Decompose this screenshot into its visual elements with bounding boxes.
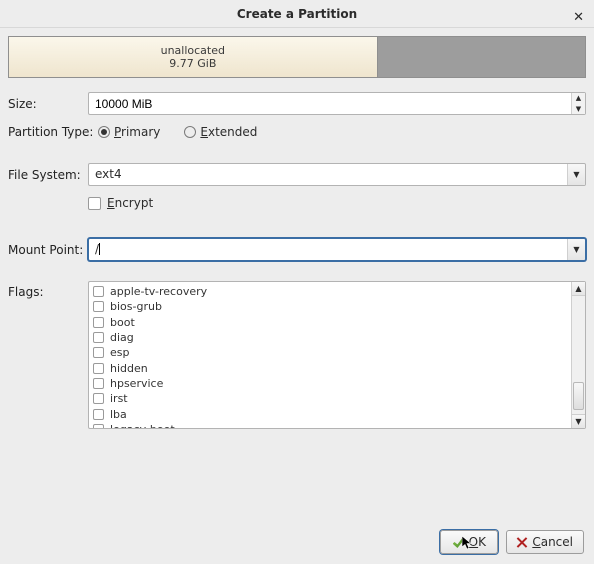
flag-label: hidden — [110, 362, 148, 375]
scroll-down-icon[interactable]: ▼ — [572, 414, 585, 428]
scroll-thumb[interactable] — [573, 382, 584, 410]
flags-label: Flags: — [8, 281, 88, 299]
flag-item[interactable]: diag — [93, 330, 567, 345]
disk-segment-remaining[interactable] — [378, 37, 585, 77]
checkbox-icon — [93, 301, 104, 312]
checkbox-icon — [93, 409, 104, 420]
flag-item[interactable]: hidden — [93, 360, 567, 375]
scroll-up-icon[interactable]: ▲ — [572, 282, 585, 296]
flag-item[interactable]: lba — [93, 406, 567, 421]
flag-label: legacy-boot — [110, 423, 175, 428]
chevron-down-icon[interactable]: ▼ — [567, 164, 585, 185]
mount-point-label: Mount Point: — [8, 243, 88, 257]
encrypt-checkbox[interactable]: Encrypt — [88, 196, 153, 210]
ok-button[interactable]: OK — [440, 530, 498, 554]
disk-usage-bar[interactable]: unallocated 9.77 GiB — [8, 36, 586, 78]
checkbox-icon — [93, 317, 104, 328]
size-step-up-icon[interactable]: ▲ — [571, 93, 585, 104]
flag-item[interactable]: irst — [93, 391, 567, 406]
checkbox-icon — [93, 378, 104, 389]
titlebar: Create a Partition ✕ — [0, 0, 594, 28]
mount-point-input[interactable]: / — [88, 238, 586, 261]
encrypt-label: Encrypt — [107, 196, 153, 210]
checkbox-icon — [88, 197, 101, 210]
filesystem-value[interactable]: ext4 — [88, 163, 586, 186]
window-title: Create a Partition — [237, 7, 357, 21]
partition-type-extended[interactable]: Extended — [184, 125, 257, 139]
radio-icon — [184, 126, 196, 138]
checkbox-icon — [93, 347, 104, 358]
radio-label: Extended — [200, 125, 257, 139]
cancel-icon — [517, 537, 528, 548]
ok-icon — [453, 536, 465, 548]
cancel-button[interactable]: Cancel — [506, 530, 584, 554]
flag-label: boot — [110, 316, 135, 329]
checkbox-icon — [93, 363, 104, 374]
flag-item[interactable]: legacy-boot — [93, 422, 567, 428]
flag-label: apple-tv-recovery — [110, 285, 207, 298]
checkbox-icon — [93, 393, 104, 404]
size-label: Size: — [8, 97, 88, 111]
flag-label: irst — [110, 392, 128, 405]
ok-label: OK — [469, 535, 486, 549]
checkbox-icon — [93, 424, 104, 428]
flag-item[interactable]: bios-grub — [93, 299, 567, 314]
size-input[interactable] — [88, 92, 586, 115]
mount-point-combo[interactable]: / ▼ — [88, 238, 586, 261]
filesystem-label: File System: — [8, 168, 88, 182]
flag-item[interactable]: boot — [93, 315, 567, 330]
partition-type-label: Partition Type: — [8, 125, 98, 139]
flag-label: hpservice — [110, 377, 163, 390]
checkbox-icon — [93, 332, 104, 343]
flag-label: bios-grub — [110, 300, 162, 313]
flag-item[interactable]: hpservice — [93, 376, 567, 391]
chevron-down-icon[interactable]: ▼ — [567, 239, 585, 260]
flag-label: lba — [110, 408, 127, 421]
scroll-track[interactable] — [572, 296, 585, 414]
size-field[interactable]: ▲ ▼ — [88, 92, 586, 115]
scrollbar[interactable]: ▲ ▼ — [571, 282, 585, 428]
filesystem-combo[interactable]: ext4 ▼ — [88, 163, 586, 186]
flag-label: esp — [110, 346, 129, 359]
size-step-down-icon[interactable]: ▼ — [571, 104, 585, 115]
segment-size: 9.77 GiB — [169, 57, 216, 70]
radio-label: Primary — [114, 125, 160, 139]
flag-item[interactable]: apple-tv-recovery — [93, 284, 567, 299]
close-icon[interactable]: ✕ — [573, 4, 584, 32]
cancel-label: Cancel — [532, 535, 573, 549]
checkbox-icon — [93, 286, 104, 297]
disk-segment-unallocated[interactable]: unallocated 9.77 GiB — [9, 37, 378, 77]
flags-listbox[interactable]: apple-tv-recovery bios-grub boot diag esp hid… — [88, 281, 586, 429]
flag-item[interactable]: esp — [93, 345, 567, 360]
partition-type-primary[interactable]: Primary — [98, 125, 160, 139]
segment-label: unallocated — [161, 44, 225, 57]
radio-icon — [98, 126, 110, 138]
flag-label: diag — [110, 331, 134, 344]
